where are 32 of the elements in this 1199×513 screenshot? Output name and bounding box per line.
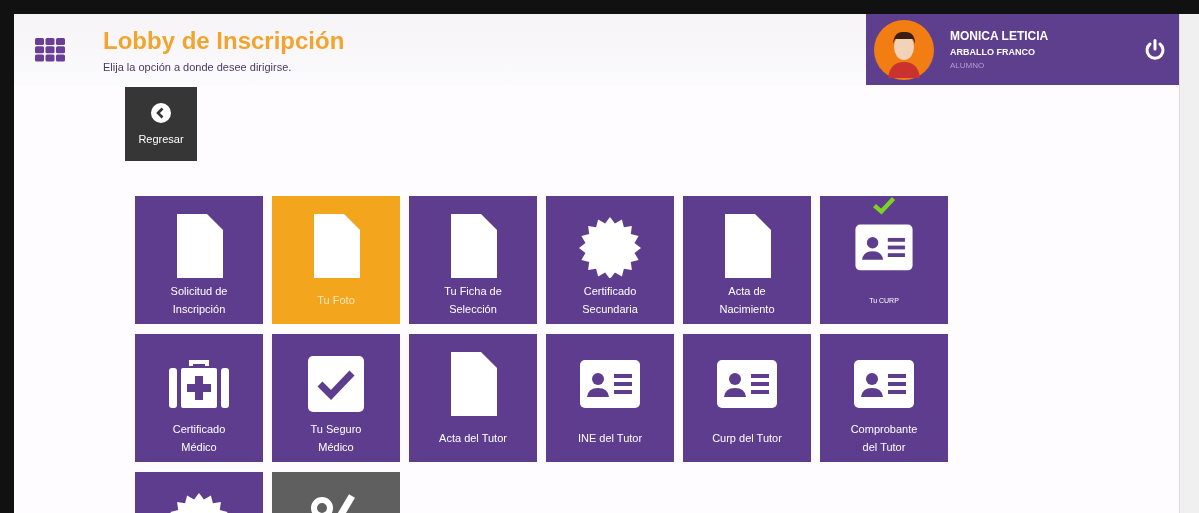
tile-label: Curp del Tutor [712, 431, 782, 447]
document-tile[interactable]: Tu Seguro Médico [272, 334, 400, 462]
document-tile[interactable]: Certificado Secundaria [546, 196, 674, 324]
chevron-left-icon [151, 103, 171, 123]
tile-label: INE del Tutor [577, 431, 643, 447]
app-grid-icon[interactable] [35, 37, 65, 62]
tile-label: Tu Foto [317, 293, 355, 309]
document-tile[interactable]: Acta del Tutor [409, 334, 537, 462]
tile-label: Acta de Nacimiento [718, 284, 776, 317]
tile-label: Solicitud de Inscripción [169, 284, 229, 317]
user-surname: ARBALLO FRANCO [950, 47, 1036, 57]
user-role: ALUMNO [950, 61, 986, 70]
avatar-icon [874, 19, 934, 80]
tile-label: Comprobante del Tutor [849, 422, 919, 455]
document-tile[interactable]: Tu Ficha de Selección [409, 196, 537, 324]
back-button[interactable]: Regresar [125, 87, 197, 161]
scrollbar[interactable] [1179, 14, 1199, 513]
document-tile[interactable]: Comprobante del Tutor [820, 334, 948, 462]
power-icon[interactable] [1143, 37, 1167, 62]
tile-label: Certificado Médico [171, 422, 227, 455]
page-subtitle: Elija la opción a donde desee dirigirse. [103, 60, 293, 73]
page-title: Lobby de Inscripción [103, 26, 345, 55]
tile-label: Certificado Secundaria [581, 284, 639, 317]
tile-label: Acta del Tutor [439, 431, 507, 447]
user-name: MONICA LETICIA [950, 29, 1050, 43]
tile-label: Tu Ficha de Selección [443, 284, 503, 317]
document-tile[interactable]: INE del Tutor [546, 334, 674, 462]
document-tile[interactable]: Curp del Tutor [683, 334, 811, 462]
tile-label: Tu Seguro Médico [309, 422, 363, 455]
document-tile[interactable]: Certificado Médico [135, 334, 263, 462]
document-tile[interactable]: Solicitud de Inscripción [135, 196, 263, 324]
document-tile[interactable]: Acta de Nacimiento [683, 196, 811, 324]
